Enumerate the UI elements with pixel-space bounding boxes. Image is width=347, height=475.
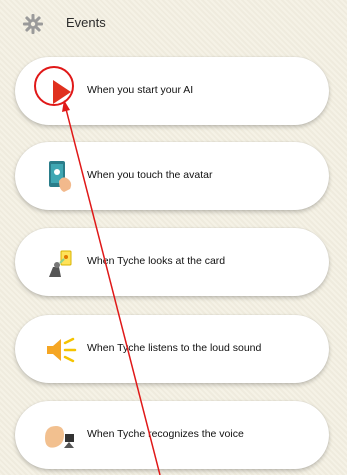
- touch-tablet-icon: [49, 161, 72, 192]
- event-recognize-voice-button[interactable]: When Tyche recognizes the voice: [15, 401, 329, 469]
- events-title: Events: [66, 15, 106, 30]
- event-loud-sound-button[interactable]: When Tyche listens to the loud sound: [15, 315, 329, 383]
- voice-recognition-icon: [45, 426, 74, 448]
- event-recognize-voice-label: When Tyche recognizes the voice: [87, 428, 244, 440]
- gear-icon: [23, 14, 43, 34]
- event-looks-at-card-button[interactable]: When Tyche looks at the card: [15, 228, 329, 296]
- event-looks-at-card-label: When Tyche looks at the card: [87, 255, 226, 267]
- robot-card-icon: [49, 250, 72, 277]
- event-start-ai-button[interactable]: When you start your AI: [15, 57, 329, 125]
- event-touch-avatar-button[interactable]: When you touch the avatar: [15, 142, 329, 210]
- events-header: Events: [0, 0, 347, 42]
- event-start-ai-label: When you start your AI: [87, 84, 194, 96]
- play-icon: [53, 80, 71, 104]
- loud-sound-icon: [47, 337, 77, 363]
- event-loud-sound-label: When Tyche listens to the loud sound: [87, 342, 262, 354]
- event-touch-avatar-label: When you touch the avatar: [87, 169, 213, 181]
